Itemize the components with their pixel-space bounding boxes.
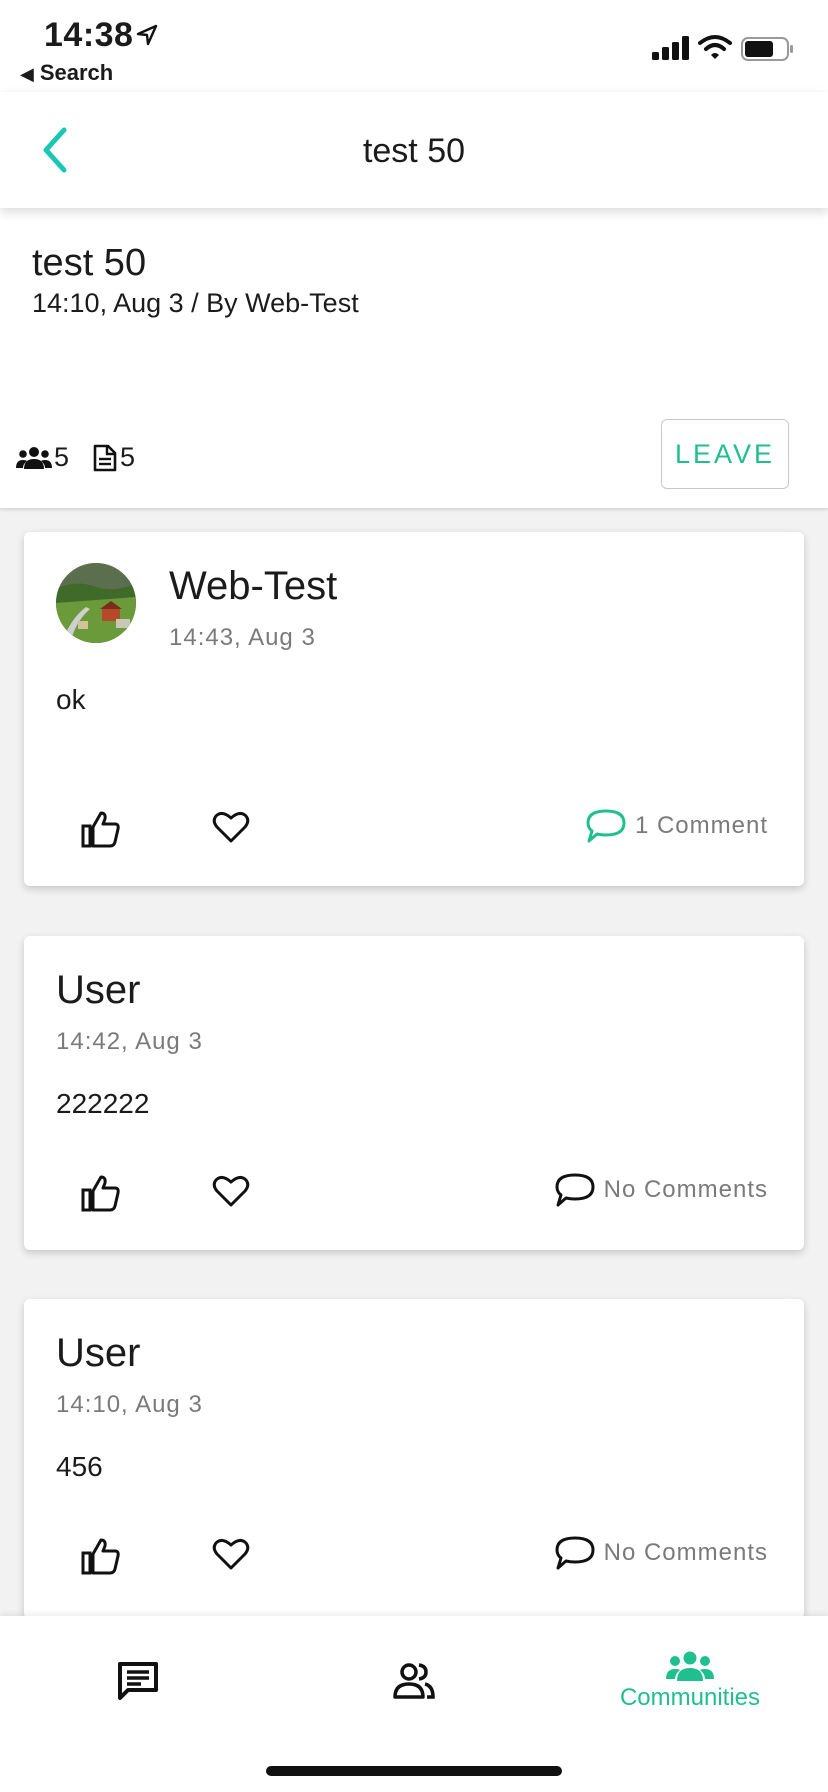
leave-button[interactable]: LEAVE [661, 419, 789, 489]
post-date: 14:42, Aug 3 [56, 1028, 203, 1055]
comments-link[interactable]: No Comments [554, 1172, 768, 1208]
thumbs-up-icon [81, 1175, 120, 1212]
like-button[interactable] [81, 1174, 121, 1217]
members-icon [16, 446, 52, 469]
back-search-label: Search [39, 60, 114, 85]
communities-icon [666, 1651, 714, 1681]
comments-label: 1 Comment [634, 812, 768, 839]
members-count[interactable]: 5 [16, 442, 69, 473]
document-icon [93, 444, 117, 471]
heart-icon [212, 811, 250, 843]
thumbs-up-icon [81, 1538, 120, 1575]
favorite-button[interactable] [212, 1174, 250, 1213]
post-body: 456 [56, 1451, 103, 1482]
comment-bubble-icon [586, 809, 626, 843]
nav-title: test 50 [362, 132, 466, 170]
back-to-search-link[interactable]: ◀ Search [20, 60, 113, 86]
thumbs-up-icon [81, 811, 120, 848]
home-indicator [266, 1766, 562, 1776]
post-date: 14:43, Aug 3 [169, 624, 316, 651]
community-header: test 50 14:10, Aug 3 / By Web-Test 5 5 L… [0, 208, 828, 508]
post-author: Web-Test [169, 564, 338, 608]
comments-link[interactable]: No Comments [554, 1535, 768, 1571]
post-body: ok [56, 684, 86, 715]
posts-count[interactable]: 5 [92, 442, 135, 473]
tab-communities[interactable]: Communities [552, 1616, 828, 1746]
wifi-icon [698, 34, 732, 65]
tab-communities-label: Communities [619, 1684, 761, 1711]
chat-icon [118, 1662, 158, 1700]
post-card[interactable]: User 14:10, Aug 3 456 No Comments [24, 1299, 804, 1619]
community-title: test 50 [32, 242, 147, 284]
status-time: 14:38 [44, 16, 134, 54]
post-card[interactable]: User 14:42, Aug 3 222222 No Comments [24, 936, 804, 1250]
comment-bubble-icon [555, 1173, 595, 1207]
post-author: User [56, 1331, 141, 1375]
cellular-signal-icon [652, 36, 690, 65]
community-meta: 14:10, Aug 3 / By Web-Test [32, 288, 359, 318]
comments-label: No Comments [603, 1539, 768, 1566]
battery-icon [741, 37, 795, 66]
comments-label: No Comments [603, 1176, 768, 1203]
heart-icon [212, 1538, 250, 1570]
status-bar: 14:38 ◀ Search [0, 0, 828, 92]
tab-chat[interactable] [0, 1616, 276, 1746]
favorite-button[interactable] [212, 1537, 250, 1576]
nav-bar: test 50 [0, 92, 828, 208]
posts-count-value: 5 [120, 442, 136, 472]
members-count-value: 5 [54, 442, 70, 472]
back-triangle-icon: ◀ [20, 64, 34, 84]
post-date: 14:10, Aug 3 [56, 1391, 203, 1418]
avatar[interactable] [56, 563, 136, 643]
people-icon [393, 1663, 435, 1699]
post-author: User [56, 968, 141, 1012]
location-arrow-icon [136, 24, 158, 51]
comment-bubble-icon [555, 1536, 595, 1570]
like-button[interactable] [81, 810, 121, 853]
comments-link[interactable]: 1 Comment [585, 808, 768, 844]
heart-icon [212, 1175, 250, 1207]
like-button[interactable] [81, 1537, 121, 1580]
tab-people[interactable] [276, 1616, 552, 1746]
post-card[interactable]: Web-Test 14:43, Aug 3 ok 1 Comment [24, 532, 804, 886]
favorite-button[interactable] [212, 810, 250, 849]
post-body: 222222 [56, 1088, 150, 1119]
